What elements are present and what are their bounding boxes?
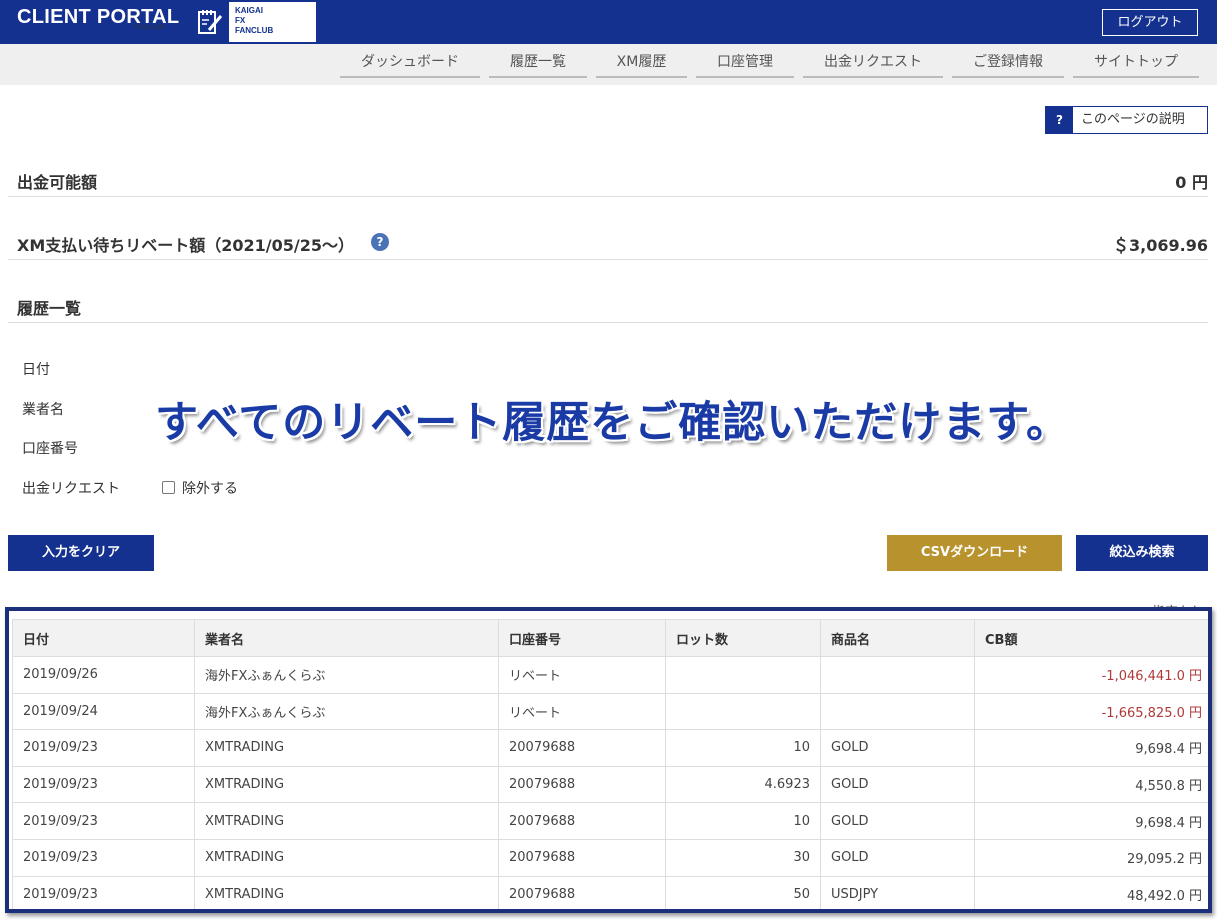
cell-broker: XMTRADING	[194, 802, 499, 840]
cell-cb: -1,046,441.0 円	[974, 656, 1208, 694]
question-icon: ?	[1046, 107, 1073, 133]
cell-cb: 29,095.2 円	[974, 838, 1208, 877]
col-date[interactable]: 日付	[12, 619, 195, 657]
table-row[interactable]: 2019/09/23 XMTRADING 20079688 10 GOLD 9,…	[12, 729, 1208, 767]
cell-date: 2019/09/24	[12, 692, 195, 731]
table-row[interactable]: 2019/09/23 XMTRADING 20079688 30 GOLD 29…	[12, 838, 1208, 877]
cell-account: 20079688	[498, 765, 666, 804]
cell-product: USDJPY	[820, 875, 975, 909]
brand-subtitle: FANCLUB	[134, 25, 166, 31]
cell-lots	[665, 656, 821, 694]
question-circle-icon[interactable]: ?	[371, 233, 389, 251]
filter-date-label: 日付	[22, 362, 50, 378]
col-account[interactable]: 口座番号	[498, 619, 666, 657]
withdrawable-label: 出金可能額	[17, 173, 98, 192]
history-table-frame: 日付 業者名 口座番号 ロット数 商品名 CB額 2019/09/26 海外FX…	[5, 607, 1212, 913]
logo-line: FANCLUB	[235, 26, 274, 35]
cell-cb: 48,492.0 円	[974, 875, 1208, 909]
table-header-row: 日付 業者名 口座番号 ロット数 商品名 CB額	[12, 619, 1208, 657]
kaigai-fx-logo[interactable]: KAIGAI FX FANCLUB	[229, 2, 316, 42]
col-broker[interactable]: 業者名	[194, 619, 499, 657]
withdrawable-value: 0 円	[1175, 173, 1208, 192]
cell-product: GOLD	[820, 729, 975, 767]
cell-product	[820, 656, 975, 694]
cell-lots: 50	[665, 875, 821, 909]
clear-button[interactable]: 入力をクリア	[8, 535, 154, 571]
csv-download-button[interactable]: CSVダウンロード	[887, 535, 1062, 571]
nav-item-registration[interactable]: ご登録情報	[952, 52, 1064, 78]
cell-product: GOLD	[820, 765, 975, 804]
nav-item-history[interactable]: 履歴一覧	[489, 52, 587, 78]
cell-account: 20079688	[498, 802, 666, 840]
overlay-caption: すべてのリベート履歴をご確認いただけます。	[155, 398, 1070, 448]
pending-rebate-label: XM支払い待ちリベート額（2021/05/25～）	[17, 236, 355, 255]
table-row[interactable]: 2019/09/23 XMTRADING 20079688 50 USDJPY …	[12, 875, 1208, 909]
filter-broker-label: 業者名	[22, 402, 64, 418]
cell-account: リベート	[498, 692, 666, 731]
cell-account: リベート	[498, 656, 666, 694]
history-section: 履歴一覧	[8, 285, 1208, 323]
cell-product	[820, 692, 975, 731]
col-product[interactable]: 商品名	[820, 619, 975, 657]
cell-account: 20079688	[498, 875, 666, 909]
cell-date: 2019/09/23	[12, 765, 195, 804]
notepad-pen-icon	[198, 10, 223, 34]
cell-cb: 9,698.4 円	[974, 802, 1208, 840]
nav-item-withdraw-request[interactable]: 出金リクエスト	[803, 52, 943, 78]
history-title: 履歴一覧	[17, 299, 82, 318]
cell-lots: 4.6923	[665, 765, 821, 804]
filter-withdraw-label: 出金リクエスト	[22, 481, 120, 497]
cell-cb: -1,665,825.0 円	[974, 692, 1208, 731]
cell-lots: 10	[665, 729, 821, 767]
exclude-checkbox[interactable]	[162, 481, 175, 494]
cell-cb: 4,550.8 円	[974, 765, 1208, 804]
logout-button[interactable]: ログアウト	[1102, 9, 1198, 36]
nav-item-xm-history[interactable]: XM履歴	[596, 52, 687, 78]
withdrawable-row: 出金可能額 0 円	[8, 160, 1208, 197]
col-lots[interactable]: ロット数	[665, 619, 821, 657]
cell-date: 2019/09/26	[12, 656, 195, 694]
cell-cb: 9,698.4 円	[974, 729, 1208, 767]
nav-item-dashboard[interactable]: ダッシュボード	[340, 52, 480, 78]
cell-account: 20079688	[498, 729, 666, 767]
cell-date: 2019/09/23	[12, 838, 195, 877]
cell-broker: XMTRADING	[194, 765, 499, 804]
cell-broker: 海外FXふぁんくらぶ	[194, 656, 499, 694]
table-row[interactable]: 2019/09/24 海外FXふぁんくらぶ リベート -1,665,825.0 …	[12, 692, 1208, 731]
cell-lots: 10	[665, 802, 821, 840]
table-row[interactable]: 2019/09/23 XMTRADING 20079688 10 GOLD 9,…	[12, 802, 1208, 840]
logo-line: FX	[235, 16, 246, 25]
col-cb[interactable]: CB額	[974, 619, 1208, 657]
exclude-label[interactable]: 除外する	[182, 478, 238, 498]
nav-item-accounts[interactable]: 口座管理	[696, 52, 794, 78]
cell-date: 2019/09/23	[12, 875, 195, 909]
page-help-button[interactable]: ? このページの説明	[1045, 106, 1208, 134]
table-row[interactable]: 2019/09/26 海外FXふぁんくらぶ リベート -1,046,441.0 …	[12, 656, 1208, 694]
search-button[interactable]: 絞込み検索	[1076, 535, 1208, 571]
cell-lots	[665, 692, 821, 731]
table-row[interactable]: 2019/09/23 XMTRADING 20079688 4.6923 GOL…	[12, 765, 1208, 804]
history-table: 日付 業者名 口座番号 ロット数 商品名 CB額 2019/09/26 海外FX…	[12, 619, 1208, 909]
logo-line: KAIGAI	[235, 6, 263, 15]
cell-date: 2019/09/23	[12, 802, 195, 840]
cell-account: 20079688	[498, 838, 666, 877]
pending-rebate-value: ＄3,069.96	[1113, 236, 1208, 255]
cell-broker: XMTRADING	[194, 875, 499, 909]
cell-broker: 海外FXふぁんくらぶ	[194, 692, 499, 731]
cell-date: 2019/09/23	[12, 729, 195, 767]
cell-broker: XMTRADING	[194, 729, 499, 767]
filter-account-label: 口座番号	[22, 441, 78, 457]
cell-product: GOLD	[820, 838, 975, 877]
pending-rebate-row: XM支払い待ちリベート額（2021/05/25～） ＄3,069.96	[8, 222, 1208, 260]
nav-item-site-top[interactable]: サイトトップ	[1073, 52, 1199, 78]
cell-broker: XMTRADING	[194, 838, 499, 877]
page-help-label: このページの説明	[1081, 112, 1185, 127]
cell-lots: 30	[665, 838, 821, 877]
cell-product: GOLD	[820, 802, 975, 840]
main-nav: ダッシュボード 履歴一覧 XM履歴 口座管理 出金リクエスト ご登録情報 サイト…	[0, 44, 1217, 85]
header-bar: CLIENT PORTAL FANCLUB KAIGAI FX FANCLUB …	[0, 0, 1217, 44]
